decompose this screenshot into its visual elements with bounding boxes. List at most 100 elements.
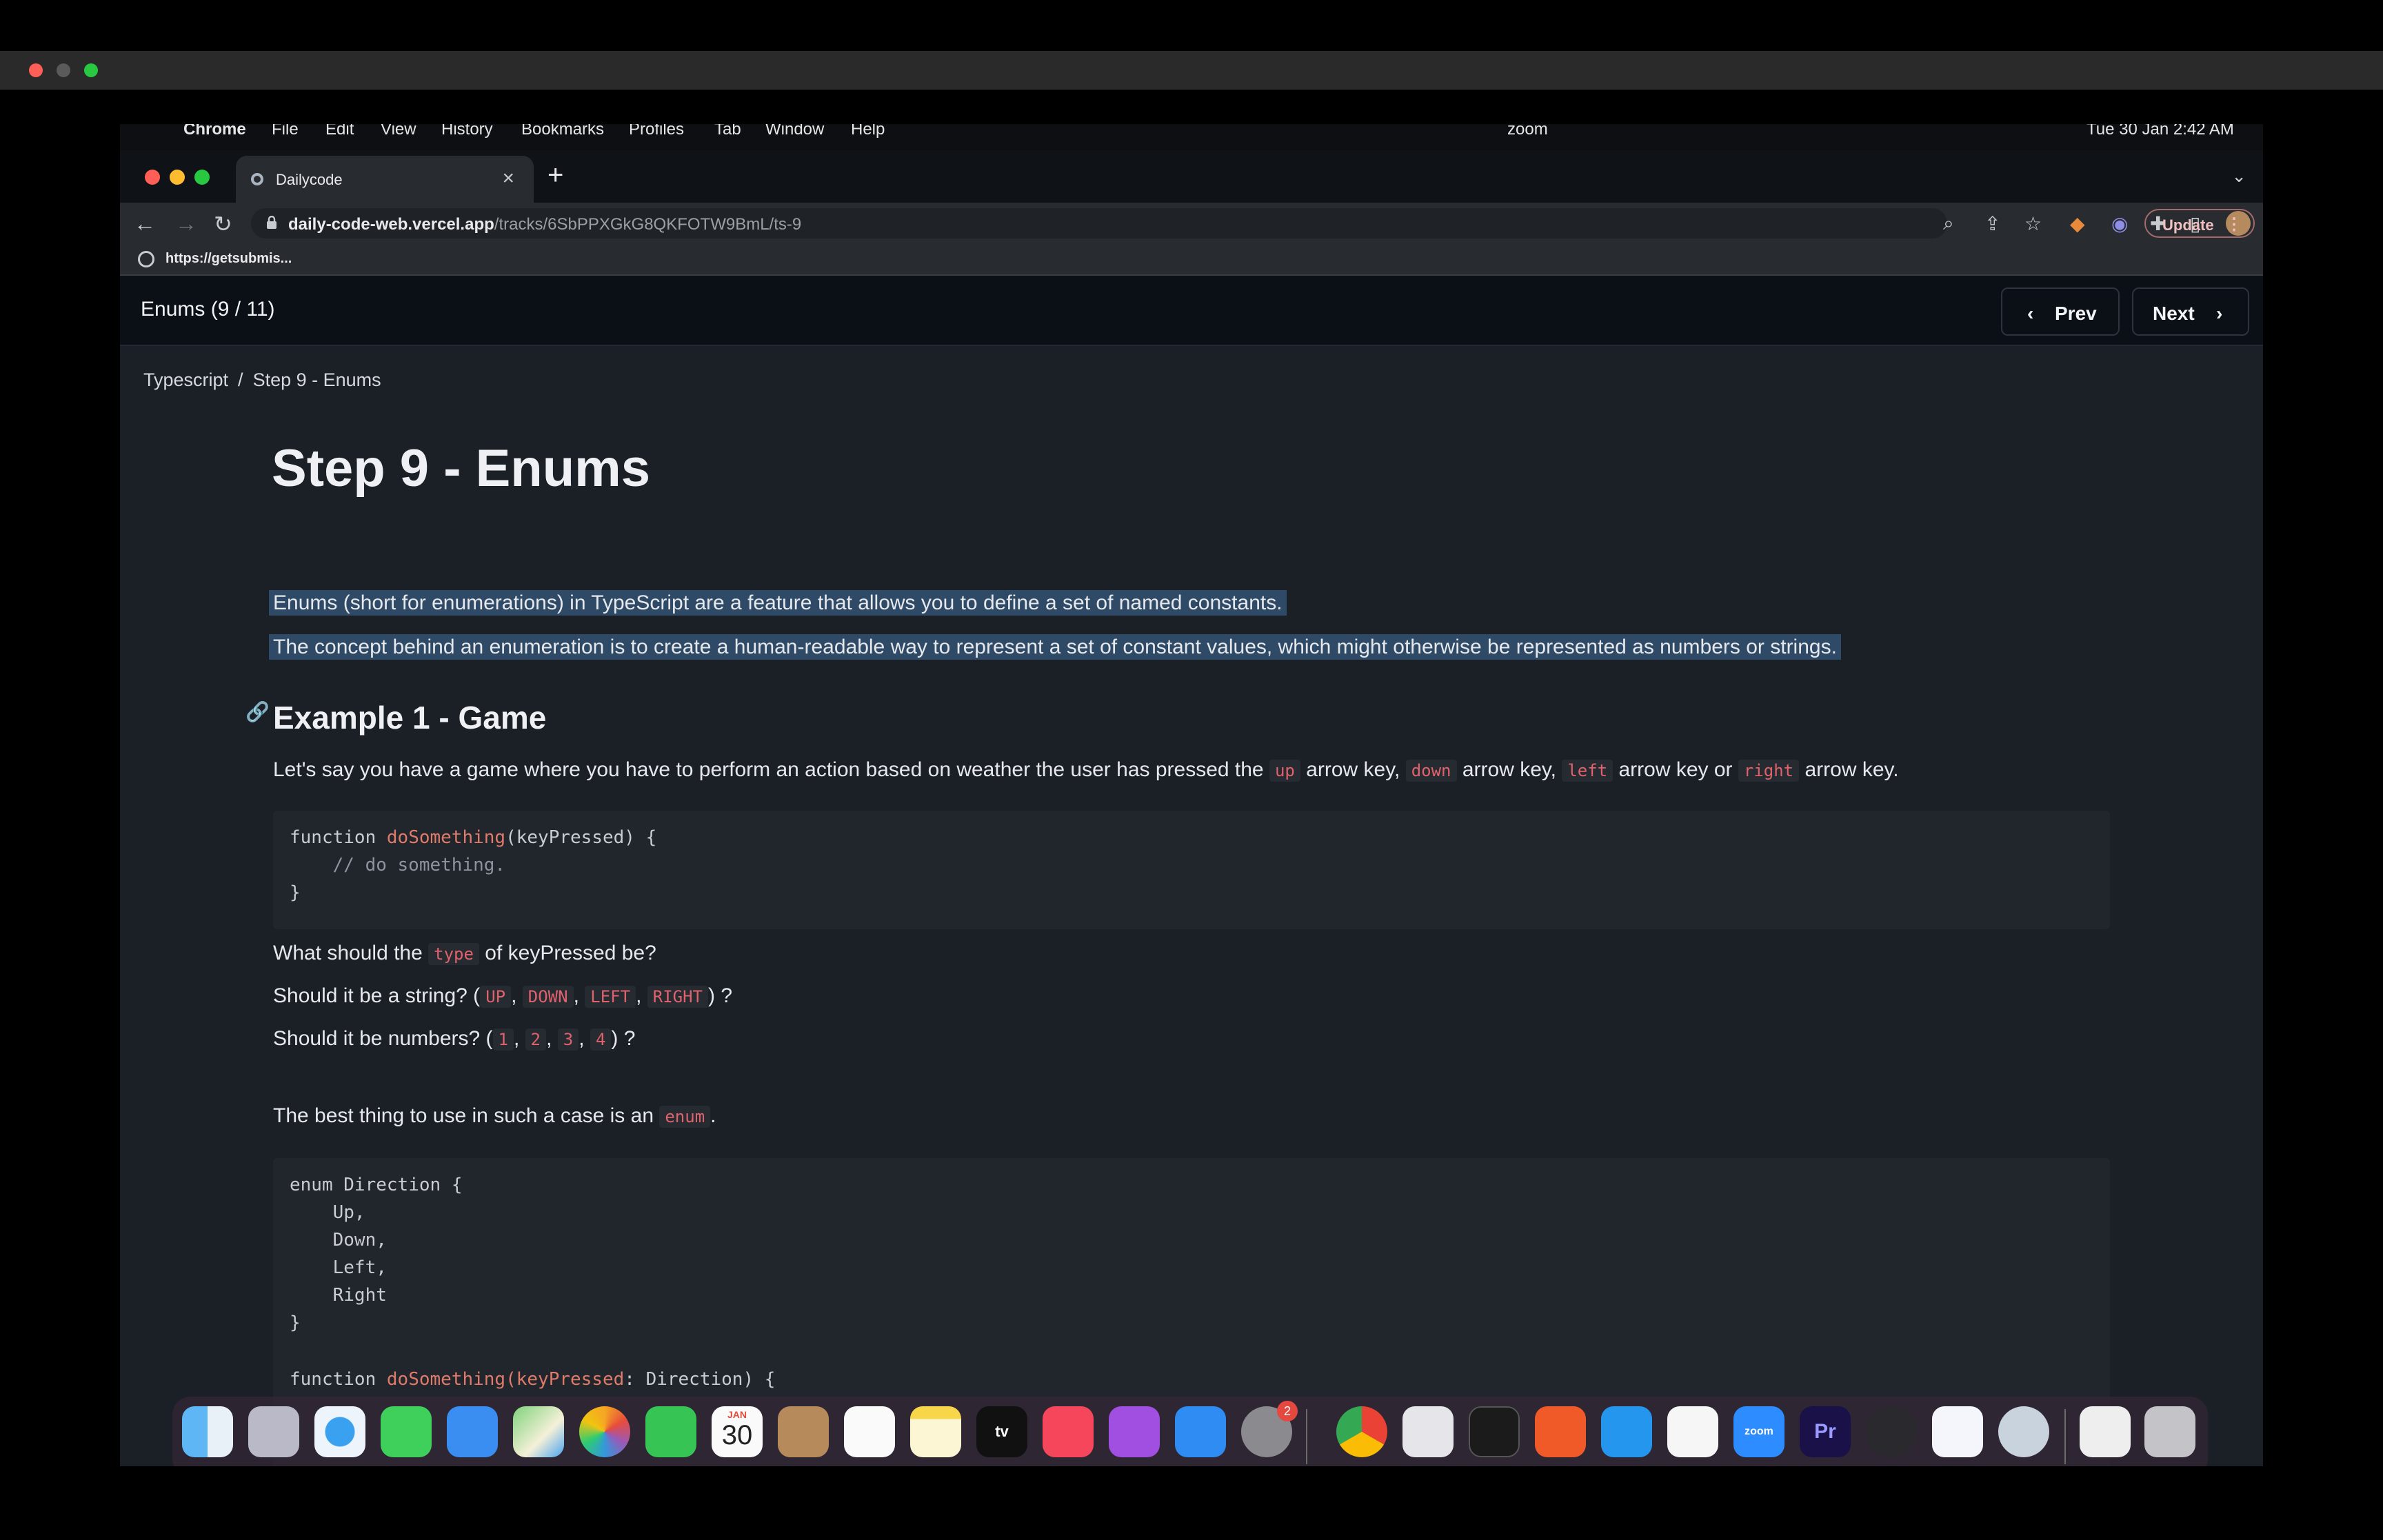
new-tab-icon[interactable]: +	[547, 160, 563, 191]
calendar-month: JAN	[727, 1409, 747, 1420]
menu-edit[interactable]: Edit	[325, 124, 354, 139]
trash-icon[interactable]	[2144, 1406, 2195, 1457]
zoom-dot[interactable]	[84, 63, 98, 77]
podcasts-icon[interactable]	[1109, 1406, 1160, 1457]
menu-history[interactable]: History	[441, 124, 493, 139]
code-comment: // do something.	[290, 855, 506, 875]
recording-window-titlebar	[0, 51, 2383, 90]
bookmarks-bar: https://getsubmis...	[120, 244, 2263, 276]
comma: ,	[573, 984, 579, 1007]
app-store-icon[interactable]	[1175, 1406, 1226, 1457]
contacts-icon[interactable]	[778, 1406, 829, 1457]
breadcrumb: Typescript / Step 9 - Enums	[143, 369, 381, 391]
launchpad-icon[interactable]	[248, 1406, 299, 1457]
url-text: daily-code-web.vercel.app/tracks/6SbPPXG…	[288, 215, 801, 234]
minimize-dot[interactable]	[57, 63, 70, 77]
photos-icon[interactable]	[579, 1406, 630, 1457]
window-minimize-button[interactable]	[170, 170, 185, 185]
menu-profiles[interactable]: Profiles	[629, 124, 684, 139]
code-text: Direction {	[343, 1175, 463, 1195]
docker-icon[interactable]	[1601, 1406, 1652, 1457]
premiere-pro-icon[interactable]: Pr	[1800, 1406, 1851, 1457]
extension-icon[interactable]: ◉	[2111, 212, 2128, 235]
menu-chrome[interactable]: Chrome	[183, 124, 246, 139]
back-icon[interactable]: ←	[134, 211, 156, 236]
chevron-right-icon: ›	[2216, 303, 2223, 324]
appletv-label: tv	[995, 1423, 1009, 1440]
example-text: Let's say you have a game where you have…	[273, 758, 1264, 781]
share-icon[interactable]: ⇪	[1984, 212, 2000, 235]
reload-icon[interactable]: ↻	[214, 211, 232, 237]
update-button[interactable]: Update ⋮	[2144, 209, 2255, 238]
mail-icon[interactable]	[447, 1406, 498, 1457]
terminal-icon[interactable]	[1469, 1406, 1520, 1457]
notes-icon[interactable]	[910, 1406, 961, 1457]
menubar-clock[interactable]: Tue 30 Jan 2:42 AM	[2087, 124, 2234, 139]
close-tab-icon[interactable]: ×	[502, 167, 514, 190]
code-function-name: doSomething	[386, 827, 506, 848]
zoom-app-icon[interactable]: zoom	[1733, 1406, 1784, 1457]
prev-button[interactable]: ‹ Prev	[2001, 287, 2120, 336]
code-block-1: function doSomething(keyPressed) { // do…	[273, 811, 2110, 929]
inline-code-left-const: LEFT	[585, 986, 636, 1008]
example-text: arrow key.	[1804, 758, 1899, 781]
chevron-left-icon: ‹	[2027, 303, 2034, 324]
messages-icon[interactable]	[381, 1406, 432, 1457]
link-icon[interactable]: 🔗	[245, 700, 270, 723]
inline-code-right-const: RIGHT	[647, 986, 708, 1008]
code-keyword: enum	[290, 1175, 344, 1195]
tab-dailycode[interactable]: Dailycode ×	[236, 156, 534, 203]
appletv-icon[interactable]: tv	[976, 1406, 1027, 1457]
menu-file[interactable]: File	[272, 124, 299, 139]
menu-window[interactable]: Window	[765, 124, 824, 139]
quicktime-icon[interactable]	[1998, 1406, 2049, 1457]
reminders-icon[interactable]	[844, 1406, 895, 1457]
system-settings-icon[interactable]: 2	[1241, 1401, 1298, 1457]
zoom-status[interactable]: zoom	[1507, 124, 1548, 139]
favicon-icon	[251, 173, 263, 185]
bookmark-star-icon[interactable]: ☆	[2024, 212, 2042, 235]
bookmark-getsubmis[interactable]: https://getsubmis...	[165, 251, 292, 267]
preview-icon[interactable]	[1402, 1406, 1454, 1457]
address-bar[interactable]: daily-code-web.vercel.app/tracks/6SbPPXG…	[251, 208, 1947, 239]
menu-view[interactable]: View	[381, 124, 416, 139]
lesson-appbar: Enums (9 / 11) ‹ Prev Next ›	[120, 276, 2263, 346]
menu-bookmarks[interactable]: Bookmarks	[521, 124, 604, 139]
window-close-button[interactable]	[145, 170, 160, 185]
example-text: arrow key or	[1618, 758, 1733, 781]
code-keyword: function	[290, 1369, 387, 1390]
calendar-icon[interactable]: JAN 30	[712, 1406, 763, 1457]
window-zoom-button[interactable]	[194, 170, 210, 185]
forward-icon[interactable]: →	[175, 211, 197, 236]
breadcrumb-typescript[interactable]: Typescript	[143, 369, 228, 390]
close-dot[interactable]	[29, 63, 43, 77]
question-text: Should it be numbers? (	[273, 1027, 493, 1050]
menu-help[interactable]: Help	[851, 124, 885, 139]
vscode-icon[interactable]	[1932, 1406, 1983, 1457]
screen-recording: Chrome File Edit View History Bookmarks …	[120, 124, 2263, 1466]
breadcrumb-current: Step 9 - Enums	[252, 369, 381, 390]
zoom-icon[interactable]: ⌕	[1943, 212, 1954, 235]
metamask-extension-icon[interactable]: ◆	[2070, 212, 2085, 235]
mongodb-compass-icon[interactable]	[1667, 1406, 1718, 1457]
inline-code-4: 4	[590, 1029, 612, 1051]
chrome-window: Dailycode × + ⌄ ← → ↻ daily-code-web.ver…	[120, 150, 2263, 1466]
music-icon[interactable]	[1043, 1406, 1094, 1457]
chevron-down-icon[interactable]: ⌄	[2231, 165, 2246, 187]
safari-icon[interactable]	[314, 1406, 365, 1457]
maps-icon[interactable]	[513, 1406, 564, 1457]
code-line: Left,	[290, 1257, 387, 1278]
facetime-icon[interactable]	[645, 1406, 696, 1457]
obs-icon[interactable]	[1866, 1406, 1917, 1457]
brave-icon[interactable]	[1535, 1406, 1586, 1457]
paragraph-text: The best thing to use in such a case is …	[273, 1104, 654, 1127]
finder-icon[interactable]	[182, 1406, 233, 1457]
intro-text-2: The concept behind an enumeration is to …	[269, 634, 1841, 660]
chrome-icon[interactable]	[1336, 1406, 1387, 1457]
question-type: What should the type of keyPressed be?	[273, 942, 656, 965]
code-line: }	[290, 882, 301, 903]
question-text: What should the	[273, 942, 423, 964]
menu-tab[interactable]: Tab	[714, 124, 741, 139]
next-button[interactable]: Next ›	[2132, 287, 2249, 336]
downloads-folder-icon[interactable]	[2080, 1406, 2131, 1457]
